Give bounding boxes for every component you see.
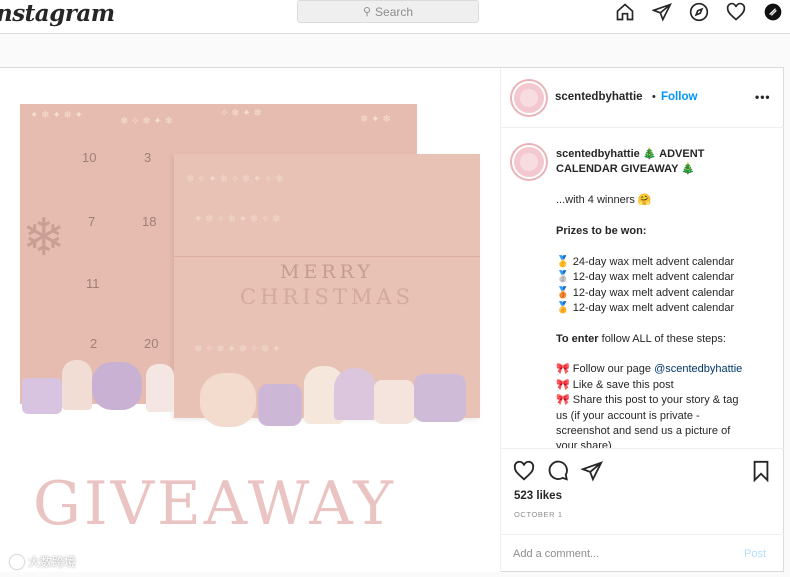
share-icon[interactable] [580, 460, 603, 482]
instagram-logo[interactable]: nstagram [0, 0, 115, 27]
post-image[interactable]: ✦ ❄ ✦ ❄ ✦ ❄ ✧ ❄ ✦ ❄ ✧ ❄ ✦ ❄ ❄ ✦ ❄ 10 3 7… [0, 68, 500, 572]
top-navigation-bar: nstagram ⚲ Search [0, 0, 790, 34]
wax-melt [374, 380, 414, 424]
post-side-panel: scentedbyhattie • Follow ••• scentedbyha… [500, 68, 784, 572]
to-enter-label: To enter [556, 332, 599, 345]
explore-icon[interactable] [688, 2, 710, 22]
heart-icon[interactable] [725, 2, 747, 22]
calendar-number: 11 [86, 276, 100, 291]
caption-title-line2: CALENDAR GIVEAWAY 🎄 [556, 163, 695, 176]
prize-item: 🥇 24-day wax melt advent calendar [556, 255, 735, 268]
caption-text: scentedbyhattie 🎄 ADVENT CALENDAR GIVEAW… [556, 147, 771, 448]
wax-melt [414, 374, 466, 422]
post-comment-button[interactable]: Post [744, 548, 766, 560]
calendar-number: 7 [88, 214, 96, 229]
mention-link[interactable]: @scentedbyhattie [654, 363, 742, 375]
christmas-text: CHRISTMAS [240, 285, 414, 309]
watermark: 大数跨境 [10, 553, 76, 570]
post-card: ✦ ❄ ✦ ❄ ✦ ❄ ✧ ❄ ✦ ❄ ✧ ❄ ✦ ❄ ❄ ✦ ❄ 10 3 7… [0, 67, 784, 572]
more-options-icon[interactable]: ••• [755, 90, 771, 104]
prize-item: 🥉 12-day wax melt advent calendar [556, 286, 735, 299]
bookmark-icon[interactable] [750, 460, 772, 483]
wax-melt [146, 364, 174, 412]
follow-button[interactable]: Follow [661, 91, 697, 103]
profile-avatar[interactable] [762, 2, 784, 22]
merry-text: MERRY [280, 261, 374, 283]
caption-username[interactable]: scentedbyhattie [556, 148, 640, 160]
calendar-number: 10 [82, 150, 97, 165]
post-header: scentedbyhattie • Follow ••• [501, 68, 784, 128]
watermark-logo-icon [10, 554, 24, 569]
comment-input[interactable]: Add a comment... [513, 548, 599, 560]
snowflake-icon: ❄ [22, 209, 66, 267]
calendar-number: 2 [90, 336, 98, 351]
wax-melt [258, 384, 302, 426]
avatar[interactable] [512, 145, 546, 179]
post-username[interactable]: scentedbyhattie [555, 91, 643, 103]
wax-melt [334, 368, 376, 420]
wax-melt [200, 373, 256, 427]
step-text: 🎀 Like & save this post [556, 378, 674, 391]
post-date[interactable]: OCTOBER 1 [514, 510, 563, 519]
calendar-number: 3 [144, 150, 152, 165]
avatar[interactable] [512, 81, 546, 115]
prizes-heading: Prizes to be won: [556, 224, 647, 237]
watermark-text: 大数跨境 [28, 555, 77, 569]
calendar-number: 20 [144, 336, 159, 351]
to-enter-text: follow ALL of these steps: [598, 332, 726, 345]
step-text: 🎀 Follow our page [556, 363, 655, 376]
search-placeholder: Search [375, 4, 414, 19]
comment-icon[interactable] [547, 460, 569, 482]
search-box[interactable]: ⚲ Search [297, 0, 479, 23]
caption-area: scentedbyhattie 🎄 ADVENT CALENDAR GIVEAW… [501, 129, 784, 448]
like-heart-icon[interactable] [513, 460, 535, 482]
wax-melt [62, 360, 92, 410]
giveaway-text: GIVEAWAY [33, 469, 396, 539]
prize-item: 🏅 12-day wax melt advent calendar [556, 301, 735, 314]
wax-melt [22, 378, 62, 414]
comment-row: Add a comment... Post [501, 534, 784, 573]
lid-line [174, 256, 480, 257]
like-count[interactable]: 523 likes [514, 490, 562, 502]
separator: • [652, 91, 656, 103]
caption-title: 🎄 ADVENT [642, 148, 705, 160]
wax-melt [92, 362, 142, 410]
step-text: your share) [556, 440, 612, 448]
step-text: screenshot and send us a picture of [556, 425, 731, 438]
calendar-number: 18 [142, 214, 157, 229]
prize-item: 🥈 12-day wax melt advent calendar [556, 271, 735, 284]
post-actions: 523 likes OCTOBER 1 Add a comment... Pos… [501, 448, 784, 572]
caption-winners: ...with 4 winners 🤗 [556, 194, 652, 207]
step-text: 🎀 Share this post to your story & tag [556, 394, 739, 407]
search-icon: ⚲ [362, 6, 372, 18]
home-icon[interactable] [614, 2, 636, 22]
step-text: us (if your account is private - [556, 409, 700, 422]
direct-icon[interactable] [651, 2, 673, 22]
